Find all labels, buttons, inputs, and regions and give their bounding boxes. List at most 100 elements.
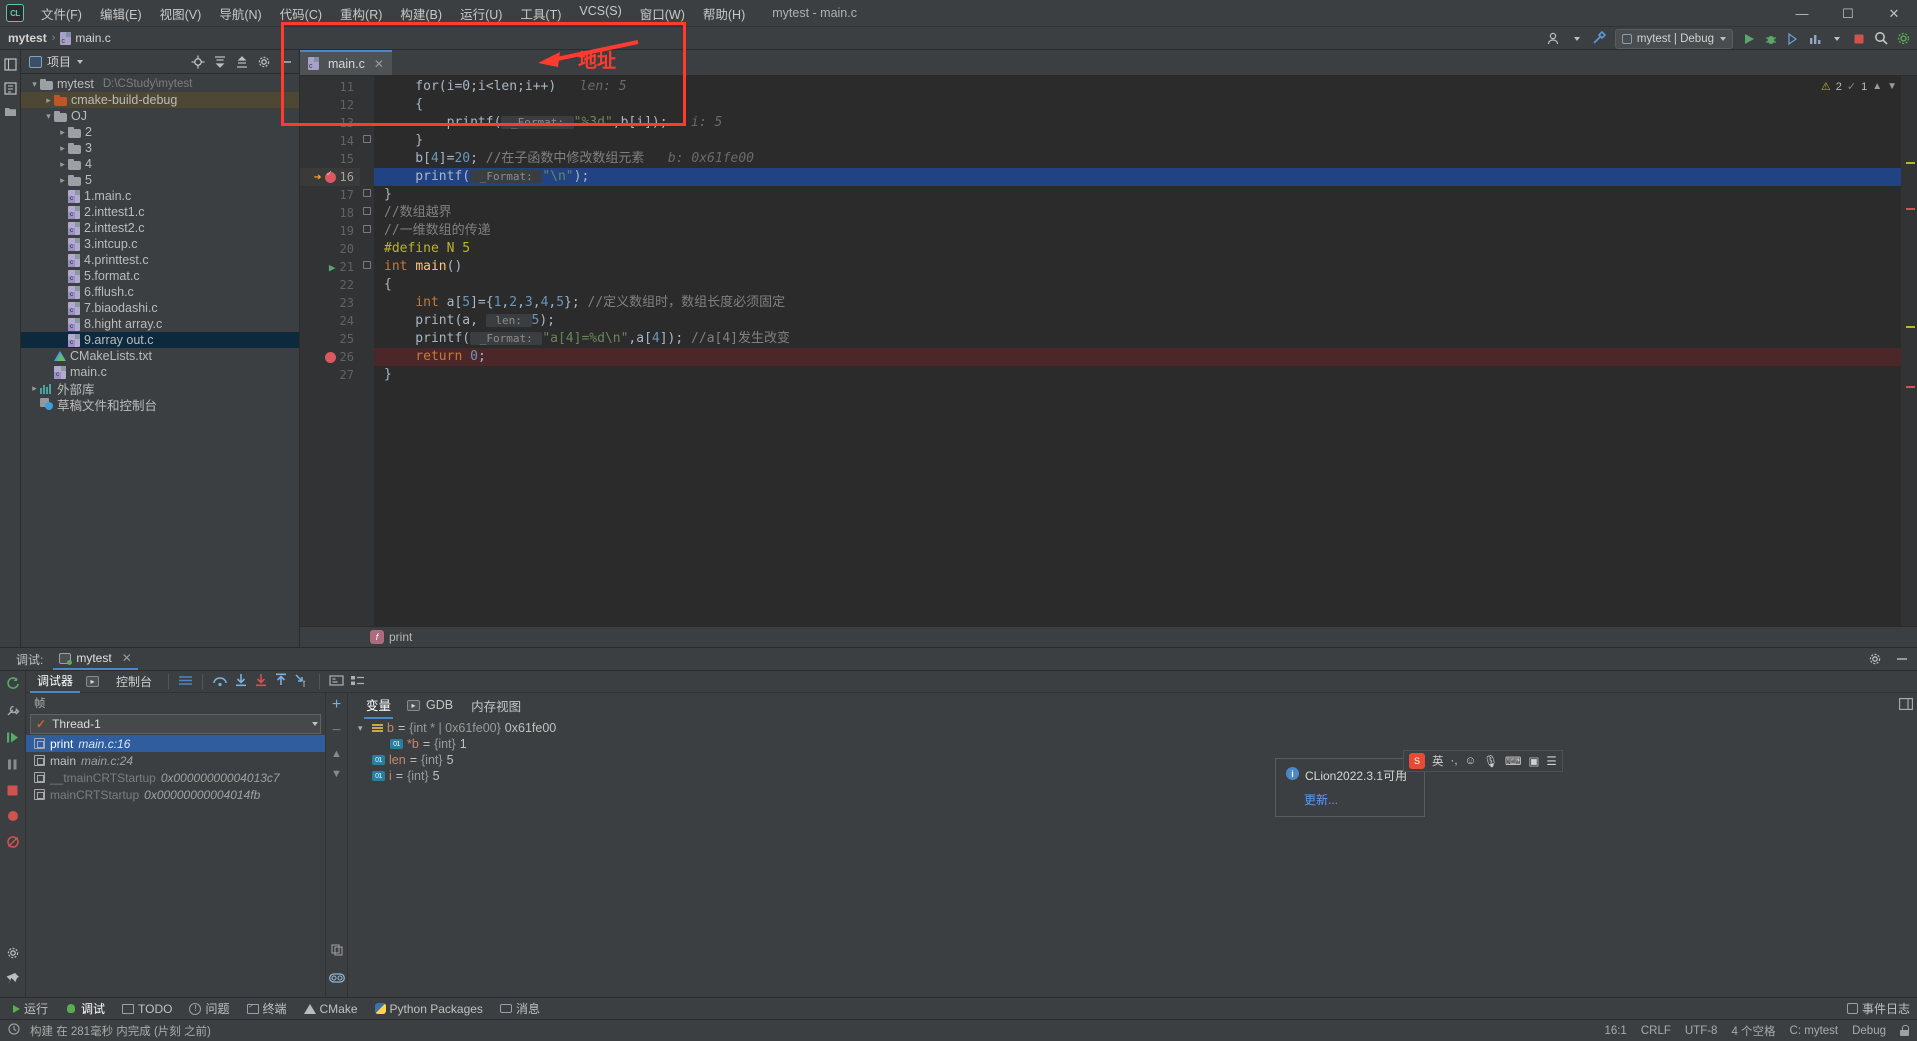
tree-item[interactable]: c 3.intcup.c [21,236,299,252]
run-to-cursor-icon[interactable] [294,673,310,690]
split-view-icon[interactable] [1899,698,1913,713]
ime-toolbox-icon[interactable]: ▣ [1529,754,1540,768]
fold-slot[interactable] [360,364,374,382]
frames-list[interactable]: print main.c:16 main main.c:24 __tmainCRTSta… [26,735,325,803]
code-line[interactable]: int a[5]={1,2,3,4,5}; //定义数组时，数组长度必须固定 [374,294,1901,312]
gutter-line[interactable]: 24 [300,312,360,330]
bottom-item-terminal[interactable]: 终端 [240,998,294,1019]
chevron-down-icon[interactable] [1567,29,1587,49]
tree-item[interactable]: mytest D:\CStudy\mytest [21,76,299,92]
gutter-line[interactable]: 22 [300,276,360,294]
chevron-down-icon[interactable] [312,722,318,726]
chevron-up-icon[interactable]: ▲ [1872,81,1882,92]
tree-item[interactable]: CMakeLists.txt [21,348,299,364]
code-line[interactable]: //一维数组的传递 [374,222,1901,240]
indent-setting[interactable]: 4 个空格 [1731,1023,1775,1039]
run-with-coverage-button[interactable] [1783,29,1803,49]
collapse-all-icon[interactable] [232,52,251,71]
bottom-item-todo[interactable]: TODO [115,1000,179,1018]
view-breakpoints-icon[interactable] [6,809,20,826]
bottom-item-debug[interactable]: 调试 [58,998,112,1019]
close-button[interactable]: ✕ [1871,0,1917,27]
fold-slot[interactable] [360,238,374,256]
watches-toggle-icon[interactable] [328,972,345,987]
config-indicator[interactable]: Debug [1852,1025,1886,1037]
user-icon[interactable] [1545,29,1565,49]
tab-console[interactable]: 控制台 [109,671,159,692]
gutter-line[interactable]: 25 [300,330,360,348]
tree-item[interactable]: c 7.biaodashi.c [21,300,299,316]
menu-item-2[interactable]: 视图(V) [151,0,211,27]
variable-row[interactable]: 01 len = {int} 5 [348,752,1122,768]
chevron-down-icon[interactable] [29,79,40,90]
tree-item[interactable]: 5 [21,172,299,188]
fold-slot[interactable] [360,94,374,112]
panel-settings-gear-icon[interactable] [254,52,273,71]
tree-item[interactable]: c 1.main.c [21,188,299,204]
menu-item-10[interactable]: 窗口(W) [631,0,694,27]
layout-settings-icon[interactable] [178,674,193,690]
hide-debug-panel-icon[interactable] [1892,650,1911,669]
close-icon[interactable]: ✕ [122,651,132,665]
stop-program-icon[interactable] [6,784,19,800]
tree-item[interactable]: OJ [21,108,299,124]
ime-voice-icon[interactable]: 🎙 [1483,754,1498,768]
fold-slot[interactable] [360,166,374,184]
debug-settings-gear-icon[interactable] [1865,650,1884,669]
tree-item[interactable]: c 2.inttest1.c [21,204,299,220]
code-line[interactable]: int main() [374,258,1901,276]
tree-item[interactable]: 4 [21,156,299,172]
hide-panel-icon[interactable] [276,52,295,71]
fold-marker-icon[interactable] [363,135,371,143]
search-icon[interactable] [1871,29,1891,49]
ime-punctuation-icon[interactable]: ·, [1451,755,1458,767]
attach-icon[interactable] [1827,29,1847,49]
caret-position[interactable]: 16:1 [1604,1025,1626,1037]
menu-bar[interactable]: 文件(F) 编辑(E) 视图(V) 导航(N) 代码(C) 重构(R) 构建(B) 运行(U)… [32,0,754,27]
frame-row[interactable]: __tmainCRTStartup 0x00000000004013c7 [26,769,325,786]
menu-item-4[interactable]: 代码(C) [271,0,331,27]
maximize-button[interactable]: ☐ [1825,0,1871,27]
editor-gutter[interactable]: 1112131415➔1617181920▶21222324252627 [300,76,360,626]
resume-program-icon[interactable] [5,730,20,748]
bottom-item-cmake[interactable]: CMake [297,1000,365,1018]
step-out-icon[interactable] [274,673,288,690]
mute-breakpoints-icon[interactable] [6,835,20,852]
chevron-down-icon[interactable] [43,111,54,122]
minimize-button[interactable]: — [1779,0,1825,27]
gutter-line[interactable]: 18 [300,204,360,222]
code-folding-column[interactable] [360,76,374,626]
code-line[interactable]: print(a, len: 5); [374,312,1901,330]
menu-item-5[interactable]: 重构(R) [331,0,391,27]
chevron-right-icon[interactable] [29,383,40,394]
variables-list[interactable]: ▾ b = {int * | 0x61fe00} 0x61fe00 01 *b = {int} 1… [348,717,1122,997]
tree-item[interactable]: 草稿文件和控制台 [21,396,299,413]
fold-marker-icon[interactable] [363,207,371,215]
breadcrumb-project[interactable]: mytest [8,31,47,45]
menu-item-3[interactable]: 导航(N) [210,0,270,27]
code-line[interactable]: b[4]=20; //在子函数中修改数组元素 b: 0x61fe00 [374,150,1901,168]
add-watch-icon[interactable]: + [332,696,341,714]
bottom-item-event-log[interactable]: 事件日志 [1840,998,1917,1019]
tree-item[interactable]: 2 [21,124,299,140]
copy-icon[interactable] [330,944,343,959]
menu-item-9[interactable]: VCS(S) [570,0,630,27]
fold-slot[interactable] [360,310,374,328]
ime-emoji-icon[interactable]: ☺ [1465,755,1477,767]
tree-item[interactable]: c main.c [21,364,299,380]
fold-marker-icon[interactable] [363,225,371,233]
wrench-icon[interactable] [5,703,20,721]
gutter-line[interactable]: 26 [300,348,360,366]
evaluate-expression-icon[interactable] [329,674,344,690]
remove-watch-icon[interactable]: − [332,722,341,740]
chevron-right-icon[interactable] [43,95,54,106]
run-gutter-icon[interactable]: ▶ [329,261,336,274]
code-line[interactable]: { [374,96,1901,114]
tree-item[interactable]: c 9.array out.c [21,332,299,348]
inspection-summary[interactable]: ⚠ 2 ✓ 1 ▲ ▼ [1821,80,1897,94]
breadcrumb-file[interactable]: main.c [75,31,110,45]
gutter-line[interactable]: 20 [300,240,360,258]
branch-indicator[interactable]: C: mytest [1790,1025,1839,1037]
code-line[interactable]: { [374,276,1901,294]
gutter-line[interactable]: 23 [300,294,360,312]
